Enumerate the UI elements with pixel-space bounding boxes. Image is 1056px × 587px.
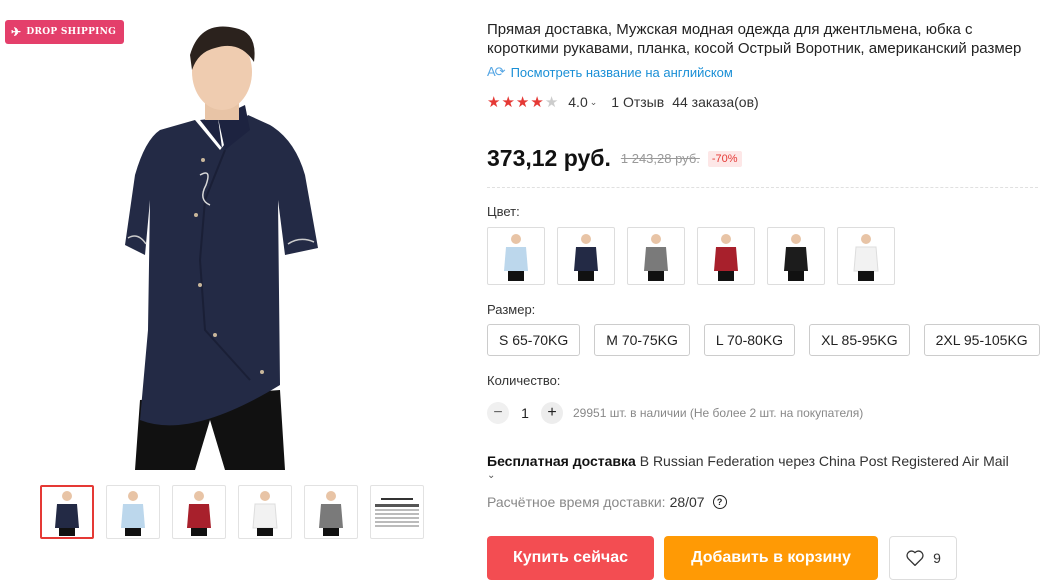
size-option-s[interactable]: S 65-70KG <box>487 324 581 356</box>
drop-shipping-badge: ✈ DROP SHIPPING <box>5 20 125 44</box>
action-buttons: Купить сейчас Добавить в корзину 9 <box>487 536 957 580</box>
rating-stars: ★ ★ ★ ★ ★ <box>487 95 558 110</box>
stock-info: 29951 шт. в наличии (Не более 2 шт. на п… <box>573 406 864 420</box>
thumbnail-strip <box>40 485 424 539</box>
red-shirt-thumb <box>187 491 211 536</box>
size-option-xl[interactable]: XL 85-95KG <box>809 324 910 356</box>
quantity-value[interactable]: 1 <box>509 405 541 421</box>
star-icon: ★ <box>515 93 530 111</box>
thumbnail-4[interactable] <box>238 485 292 539</box>
badge-label: DROP SHIPPING <box>26 27 117 37</box>
chevron-down-icon[interactable]: ⌄ <box>590 97 598 108</box>
price-row: 373,12 руб. 1 243,28 руб. -70% <box>487 145 742 172</box>
thumbnail-6[interactable] <box>370 485 424 539</box>
star-icon: ★ <box>530 93 544 111</box>
wishlist-count: 9 <box>933 550 941 566</box>
wishlist-button[interactable]: 9 <box>889 536 957 580</box>
color-option-navy[interactable] <box>557 227 615 285</box>
color-options <box>487 227 895 285</box>
heart-icon <box>906 550 924 567</box>
color-option-light-blue[interactable] <box>487 227 545 285</box>
thumbnail-3[interactable] <box>172 485 226 539</box>
discount-badge: -70% <box>707 150 742 167</box>
rating-row: ★ ★ ★ ★ ★ 4.0 ⌄ 1 Отзыв 44 заказа(ов) <box>487 94 759 110</box>
product-gallery: ✈ DROP SHIPPING <box>0 0 460 587</box>
old-price: 1 243,28 руб. <box>620 151 700 166</box>
color-label: Цвет: <box>487 204 520 219</box>
color-option-red[interactable] <box>697 227 755 285</box>
man-navy-shirt-photo <box>125 26 318 470</box>
quantity-increase-button[interactable]: + <box>541 402 563 424</box>
size-label: Размер: <box>487 302 536 317</box>
star-icon: ★ <box>487 93 501 111</box>
eta-label: Расчётное время доставки: <box>487 494 666 510</box>
divider <box>487 187 1038 188</box>
color-option-black[interactable] <box>767 227 825 285</box>
shipping-info: Бесплатная доставка В Russian Federation… <box>487 452 1047 470</box>
translate-icon: A⟳ <box>487 64 506 79</box>
current-price: 373,12 руб. <box>487 145 611 171</box>
color-option-white[interactable] <box>837 227 895 285</box>
main-product-image[interactable]: ✈ DROP SHIPPING <box>0 0 460 470</box>
star-icon: ★ <box>501 93 515 111</box>
light-blue-shirt-thumb <box>121 491 145 536</box>
black-shirt-swatch <box>784 234 808 281</box>
product-parameters-thumb <box>375 498 419 527</box>
shipping-route[interactable]: В Russian Federation через China Post Re… <box>636 453 1009 469</box>
white-shirt-thumb <box>252 491 278 536</box>
orders-count: 44 заказа(ов) <box>672 94 759 110</box>
rating-value[interactable]: 4.0 <box>568 94 587 110</box>
thumbnail-5[interactable] <box>304 485 358 539</box>
product-title: Прямая доставка, Мужская модная одежда д… <box>487 21 1022 57</box>
translate-title-link[interactable]: A⟳ Посмотреть название на английском <box>487 64 733 80</box>
navy-shirt-thumb <box>55 491 79 536</box>
grey-shirt-thumb <box>319 491 343 536</box>
buy-now-button[interactable]: Купить сейчас <box>487 536 654 580</box>
quantity-decrease-button[interactable]: − <box>487 402 509 424</box>
grey-shirt-swatch <box>644 234 668 281</box>
size-option-l[interactable]: L 70-80KG <box>703 324 796 356</box>
translate-link-label: Посмотреть название на английском <box>510 64 733 80</box>
chevron-down-icon[interactable]: ⌄ <box>487 470 495 481</box>
help-icon[interactable]: ? <box>712 495 727 509</box>
red-shirt-swatch <box>714 234 738 281</box>
size-option-2xl[interactable]: 2XL 95-105KG <box>923 324 1040 356</box>
quantity-label: Количество: <box>487 373 561 388</box>
size-options: S 65-70KG M 70-75KG L 70-80KG XL 85-95KG… <box>487 324 1040 356</box>
thumbnail-1[interactable] <box>40 485 94 539</box>
airplane-icon: ✈ <box>11 25 22 39</box>
color-option-grey[interactable] <box>627 227 685 285</box>
size-option-m[interactable]: M 70-75KG <box>594 324 690 356</box>
navy-shirt-swatch <box>574 234 598 281</box>
reviews-link[interactable]: 1 Отзыв <box>611 94 664 110</box>
white-shirt-swatch <box>853 234 879 281</box>
light-blue-shirt-swatch <box>504 234 528 281</box>
quantity-stepper: − 1 + 29951 шт. в наличии (Не более 2 шт… <box>487 402 863 424</box>
star-empty-icon: ★ <box>544 93 559 111</box>
free-shipping-label: Бесплатная доставка <box>487 453 636 469</box>
eta-date: 28/07 <box>669 494 705 510</box>
add-to-cart-button[interactable]: Добавить в корзину <box>664 536 878 580</box>
delivery-eta: Расчётное время доставки: 28/07 ? <box>487 494 727 510</box>
thumbnail-2[interactable] <box>106 485 160 539</box>
